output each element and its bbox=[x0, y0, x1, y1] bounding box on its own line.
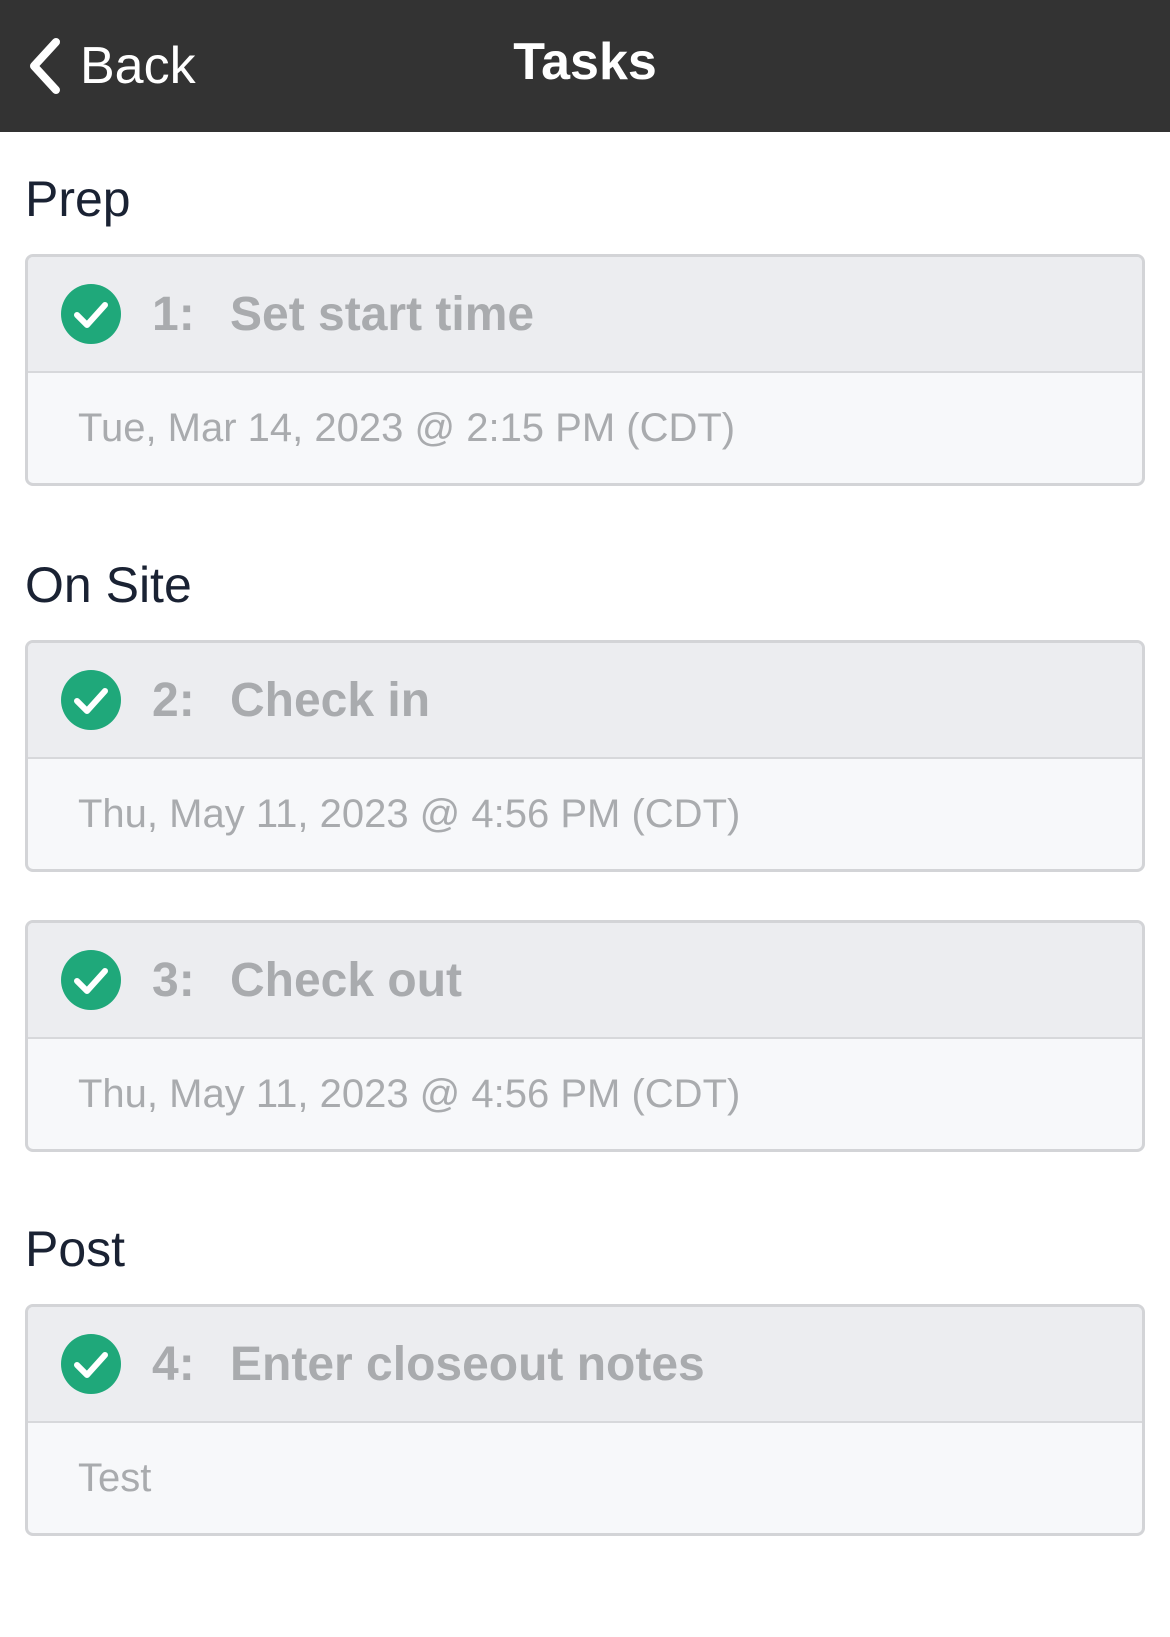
task-header: 3: Check out bbox=[28, 923, 1142, 1039]
check-circle-icon bbox=[61, 670, 121, 730]
section-title-prep: Prep bbox=[25, 171, 131, 227]
task-name: Check in bbox=[230, 673, 431, 727]
task-number: 1: bbox=[152, 287, 195, 341]
task-header: 4: Enter closeout notes bbox=[28, 1307, 1142, 1423]
task-detail: Test bbox=[78, 1455, 152, 1500]
task-detail: Tue, Mar 14, 2023 @ 2:15 PM (CDT) bbox=[78, 405, 736, 450]
task-name: Set start time bbox=[230, 287, 535, 341]
check-circle-icon bbox=[61, 1334, 121, 1394]
task-header: 2: Check in bbox=[28, 643, 1142, 759]
task-card[interactable]: 3: Check out Thu, May 11, 2023 @ 4:56 PM… bbox=[25, 920, 1145, 1152]
task-header: 1: Set start time bbox=[28, 257, 1142, 373]
task-name: Check out bbox=[230, 953, 463, 1007]
task-detail: Thu, May 11, 2023 @ 4:56 PM (CDT) bbox=[78, 1071, 741, 1116]
section-title-post: Post bbox=[25, 1221, 126, 1277]
task-card[interactable]: 4: Enter closeout notes Test bbox=[25, 1304, 1145, 1536]
navigation-bar: Back Tasks bbox=[0, 0, 1170, 132]
check-circle-icon bbox=[61, 950, 121, 1010]
task-number: 3: bbox=[152, 953, 195, 1007]
task-number: 4: bbox=[152, 1337, 195, 1391]
task-list: Prep 1: Set start time Tue, Mar 14, 2023… bbox=[0, 174, 1170, 1536]
task-card[interactable]: 2: Check in Thu, May 11, 2023 @ 4:56 PM … bbox=[25, 640, 1145, 872]
check-circle-icon bbox=[61, 284, 121, 344]
page-title: Tasks bbox=[513, 33, 657, 91]
task-name: Enter closeout notes bbox=[230, 1337, 705, 1391]
task-card[interactable]: 1: Set start time Tue, Mar 14, 2023 @ 2:… bbox=[25, 254, 1145, 486]
section-title-on-site: On Site bbox=[25, 557, 192, 613]
task-detail: Thu, May 11, 2023 @ 4:56 PM (CDT) bbox=[78, 791, 741, 836]
task-number: 2: bbox=[152, 673, 195, 727]
